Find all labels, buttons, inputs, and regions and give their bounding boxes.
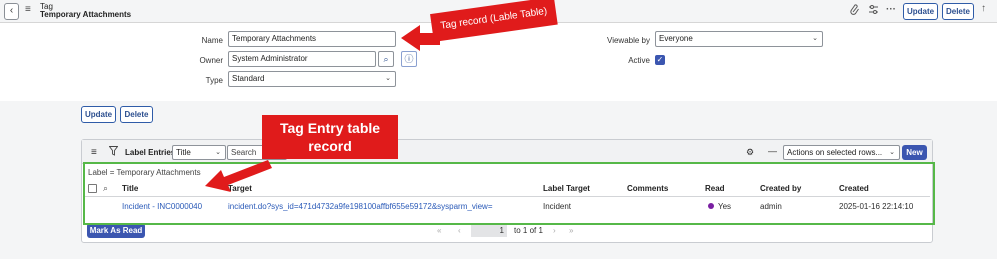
annotation-arrows	[205, 25, 440, 192]
tag-entry-callout-line2: record	[308, 138, 352, 154]
tag-entry-arrow	[205, 160, 272, 192]
tag-entry-callout: Tag Entry table record	[262, 115, 398, 159]
tag-entry-callout-line1: Tag Entry table	[279, 120, 381, 136]
